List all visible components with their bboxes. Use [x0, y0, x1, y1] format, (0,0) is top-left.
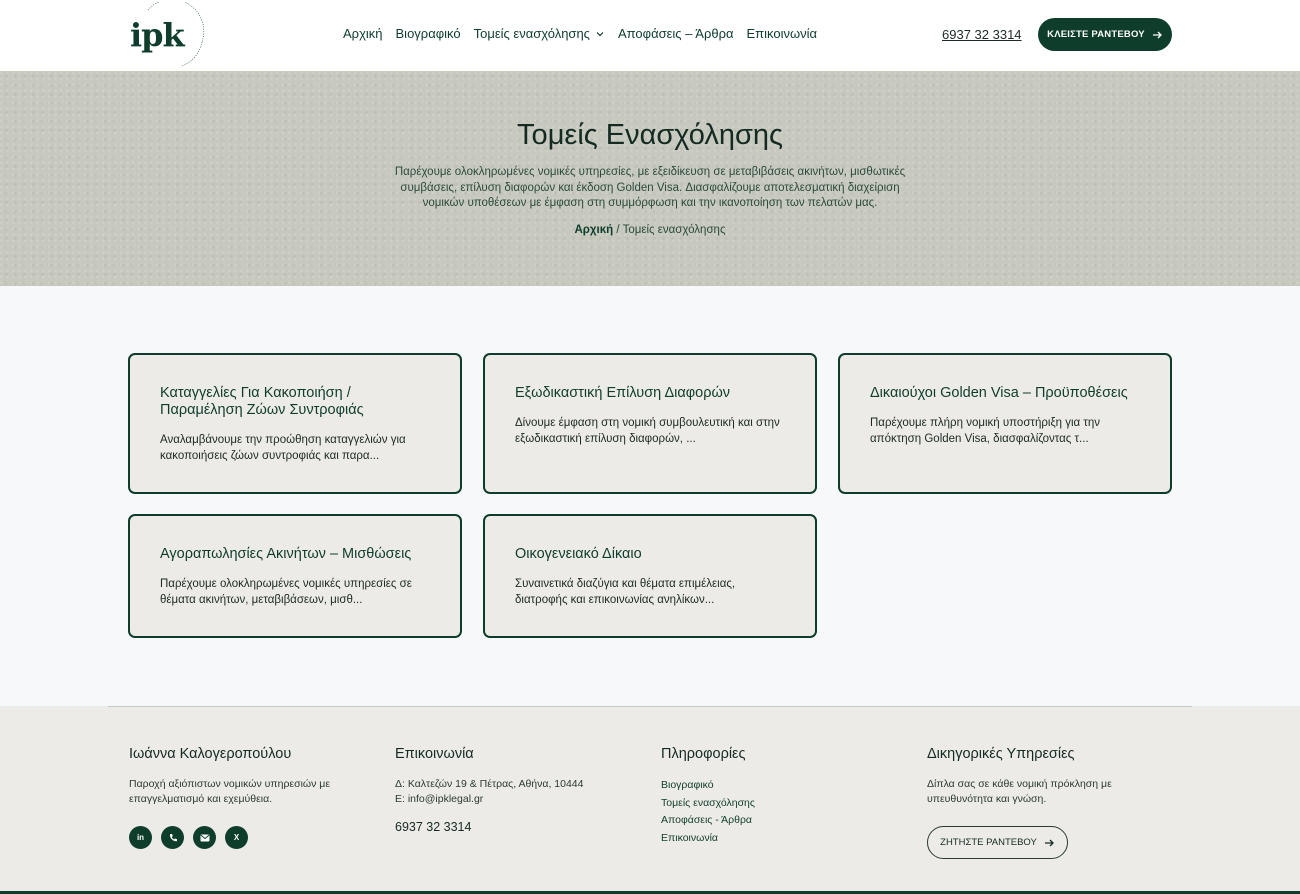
nav-item-practice-areas-label: Τομείς ενασχόλησης — [473, 26, 590, 41]
request-appointment-button[interactable]: ΖΗΤΗΣΤΕ ΡΑΝΤΕΒΟΥ — [927, 826, 1068, 859]
practice-card-golden-visa[interactable]: Δικαιούχοι Golden Visa – Προϋποθέσεις Πα… — [838, 353, 1172, 494]
footer-email[interactable]: E: info@ipklegal.gr — [395, 792, 625, 807]
hero-description: Παρέχουμε ολοκληρωμένες νομικές υπηρεσίε… — [394, 166, 906, 209]
footer-contact-title: Επικοινωνία — [395, 746, 474, 762]
footer-divider — [108, 706, 1192, 707]
practice-card-family-law[interactable]: Οικογενειακό Δίκαιο Συναινετικά διαζύγια… — [483, 514, 817, 638]
card-text: Παρέχουμε πλήρη νομική υποστήριξη για τη… — [870, 417, 1101, 445]
nav-item-contact[interactable]: Επικοινωνία — [747, 26, 818, 41]
arrow-right-icon — [1152, 31, 1162, 38]
footer-phone[interactable]: 6937 32 3314 — [395, 820, 625, 834]
chevron-down-icon — [596, 31, 604, 36]
book-appointment-button[interactable]: ΚΛΕΙΣΤΕ ΡΑΝΤΕΒΟΥ — [1038, 18, 1172, 51]
footer-services-text: Δίπλα σας σε κάθε νομική πρόκληση με υπε… — [927, 778, 1112, 805]
footer-services: Δικηγορικές Υπηρεσίες Δίπλα σας σε κάθε … — [927, 746, 1157, 859]
breadcrumb-home-link[interactable]: Αρχική — [575, 224, 614, 236]
footer-links: Βιογραφικό Τομείς ενασχόλησης Αποφάσεις … — [661, 777, 861, 847]
footer-link-contact[interactable]: Επικοινωνία — [661, 830, 861, 848]
nav-item-home[interactable]: Αρχική — [343, 26, 383, 41]
breadcrumb: Αρχική / Τομείς ενασχόλησης — [0, 224, 1300, 236]
breadcrumb-current: Τομείς ενασχόλησης — [622, 224, 726, 236]
card-title: Δικαιούχοι Golden Visa – Προϋποθέσεις — [870, 385, 1128, 401]
arrow-right-icon — [1044, 839, 1054, 846]
footer-address: Δ: Καλτεζών 19 & Πέτρας, Αθήνα, 10444 — [395, 778, 584, 790]
card-title: Αγοραπωλησίες Ακινήτων – Μισθώσεις — [160, 546, 412, 562]
card-title: Εξωδικαστική Επίλυση Διαφορών — [515, 385, 731, 401]
footer-info-title: Πληροφορίες — [661, 746, 746, 762]
site-footer: Ιωάννα Καλογεροπούλου Παροχή αξιόπιστων … — [0, 706, 1300, 894]
book-appointment-label: ΚΛΕΙΣΤΕ ΡΑΝΤΕΒΟΥ — [1047, 29, 1145, 40]
footer-services-title: Δικηγορικές Υπηρεσίες — [927, 746, 1075, 762]
social-links: in X — [129, 826, 349, 849]
card-title: Καταγγελίες Για Κακοποιήση / Παραμέληση … — [160, 385, 364, 418]
card-text: Δίνουμε έμφαση στη νομική συμβουλευτική … — [515, 417, 780, 445]
card-text: Αναλαμβάνουμε την προώθηση καταγγελιών γ… — [160, 434, 406, 462]
card-title: Οικογενειακό Δίκαιο — [515, 546, 642, 562]
footer-link-articles[interactable]: Αποφάσεις - Άρθρα — [661, 812, 861, 830]
nav-item-bio[interactable]: Βιογραφικό — [396, 26, 461, 41]
practice-card-dispute-resolution[interactable]: Εξωδικαστική Επίλυση Διαφορών Δίνουμε έμ… — [483, 353, 817, 494]
practice-card-animal-abuse[interactable]: Καταγγελίες Για Κακοποιήση / Παραμέληση … — [128, 353, 462, 494]
site-header: ipk Αρχική Βιογραφικό Τομείς ενασχόλησης… — [0, 0, 1300, 71]
practice-card-real-estate[interactable]: Αγοραπωλησίες Ακινήτων – Μισθώσεις Παρέχ… — [128, 514, 462, 638]
main-nav: Αρχική Βιογραφικό Τομείς ενασχόλησης Απο… — [343, 26, 830, 41]
breadcrumb-separator: / — [613, 224, 623, 236]
footer-about: Ιωάννα Καλογεροπούλου Παροχή αξιόπιστων … — [129, 746, 349, 849]
footer-link-practice-areas[interactable]: Τομείς ενασχόλησης — [661, 795, 861, 813]
nav-item-practice-areas[interactable]: Τομείς ενασχόλησης — [474, 26, 605, 41]
footer-info: Πληροφορίες Βιογραφικό Τομείς ενασχόληση… — [661, 746, 861, 847]
page-title: Τομείς Ενασχόλησης — [517, 119, 783, 151]
site-logo[interactable]: ipk — [126, 2, 208, 68]
page-hero: Τομείς Ενασχόλησης Παρέχουμε ολοκληρωμέν… — [0, 71, 1300, 286]
header-phone-link[interactable]: 6937 32 3314 — [942, 27, 1022, 42]
footer-about-title: Ιωάννα Καλογεροπούλου — [129, 746, 292, 762]
nav-item-articles[interactable]: Αποφάσεις – Άρθρα — [618, 26, 734, 41]
footer-link-bio[interactable]: Βιογραφικό — [661, 777, 861, 795]
card-text: Παρέχουμε ολοκληρωμένες νομικές υπηρεσίε… — [160, 578, 412, 606]
x-twitter-icon[interactable]: X — [225, 826, 248, 849]
footer-contact: Επικοινωνία Δ: Καλτεζών 19 & Πέτρας, Αθή… — [395, 746, 625, 834]
footer-about-text: Παροχή αξιόπιστων νομικών υπηρεσιών με ε… — [129, 778, 331, 805]
card-text: Συναινετικά διαζύγια και θέματα επιμέλει… — [515, 578, 736, 606]
request-appointment-label: ΖΗΤΗΣΤΕ ΡΑΝΤΕΒΟΥ — [940, 837, 1037, 848]
linkedin-icon[interactable]: in — [129, 826, 152, 849]
mail-icon[interactable] — [193, 826, 216, 849]
logo-text: ipk — [130, 16, 185, 54]
phone-icon[interactable] — [161, 826, 184, 849]
